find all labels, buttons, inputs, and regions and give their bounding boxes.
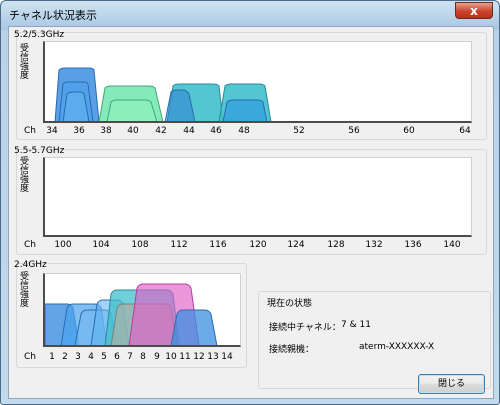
tick-label: 36: [73, 126, 85, 136]
band-52-53-label: 5.2/5.3GHz: [14, 30, 65, 40]
client-area: 5.2/5.3GHz 受 信 強 度 Ch 34 36 38 40 42 44 …: [8, 26, 494, 399]
tick-label: 9: [154, 352, 160, 362]
band-24-label: 2.4GHz: [14, 260, 47, 270]
tick-label: 11: [179, 352, 191, 362]
tick-label: 4: [88, 352, 94, 362]
tick-label: 14: [221, 352, 233, 362]
tick-label: 52: [293, 126, 305, 136]
signal-strength-label-2: 受 信 強 度: [20, 157, 30, 194]
band-55-57-label: 5.5-5.7GHz: [14, 146, 65, 156]
tick-label: 8: [140, 352, 146, 362]
signal-strength-label-1: 受 信 強 度: [20, 44, 30, 81]
tick-label: 7: [127, 352, 133, 362]
window-close-button[interactable]: x: [455, 2, 493, 19]
tick-label: 34: [46, 126, 58, 136]
tick-label: 42: [155, 126, 167, 136]
title-bar[interactable]: チャネル状況表示 x: [1, 1, 499, 27]
tick-label: 2: [62, 352, 68, 362]
tick-label: 6: [114, 352, 120, 362]
tick-label: 136: [404, 240, 422, 250]
tick-label: 100: [54, 240, 72, 250]
tick-label: 128: [327, 240, 345, 250]
tick-label: 116: [209, 240, 227, 250]
band-52-53-axis-prefix: Ch: [24, 126, 36, 136]
parent-device-value: aterm-XXXXXX-X: [359, 342, 435, 352]
tick-label: 140: [443, 240, 461, 250]
tick-label: 124: [287, 240, 305, 250]
channel-status-window: チャネル状況表示 x 5.2/5.3GHz 受 信 強 度 Ch 34 36 3…: [0, 0, 500, 405]
signal-strength-label-3: 受 信 強 度: [20, 272, 30, 309]
tick-label: 60: [403, 126, 415, 136]
band-24-axis-prefix: Ch: [24, 352, 36, 362]
connected-channel-value: 7 & 11: [341, 320, 371, 330]
tick-label: 10: [165, 352, 177, 362]
band-24-plot: [43, 273, 241, 347]
tick-label: 112: [170, 240, 188, 250]
tick-label: 104: [92, 240, 110, 250]
tick-label: 48: [238, 126, 250, 136]
tick-label: 40: [127, 126, 139, 136]
tick-label: 1: [49, 352, 55, 362]
band-55-57-plot: [43, 157, 472, 237]
band-52-53-bars: [54, 67, 272, 121]
band-24-bars: [45, 283, 218, 345]
tick-label: 3: [75, 352, 81, 362]
tick-label: 120: [249, 240, 267, 250]
tick-label: 13: [207, 352, 219, 362]
tick-label: 5: [101, 352, 107, 362]
band-52-53-plot: [43, 41, 472, 123]
close-icon: x: [470, 4, 478, 18]
tick-label: 44: [183, 126, 195, 136]
close-button[interactable]: 閉じる: [418, 374, 485, 394]
tick-label: 108: [131, 240, 149, 250]
tick-label: 64: [459, 126, 471, 136]
window-title: チャネル状況表示: [9, 9, 97, 22]
tick-label: 12: [193, 352, 205, 362]
tick-label: 132: [365, 240, 383, 250]
parent-device-label: 接続親機：: [269, 345, 315, 355]
connected-channel-label: 接続中チャネル：: [269, 323, 341, 333]
band-55-57-axis-prefix: Ch: [24, 240, 36, 250]
tick-label: 56: [348, 126, 360, 136]
current-status-title: 現在の状態: [267, 299, 313, 309]
tick-label: 38: [100, 126, 112, 136]
tick-label: 46: [210, 126, 222, 136]
